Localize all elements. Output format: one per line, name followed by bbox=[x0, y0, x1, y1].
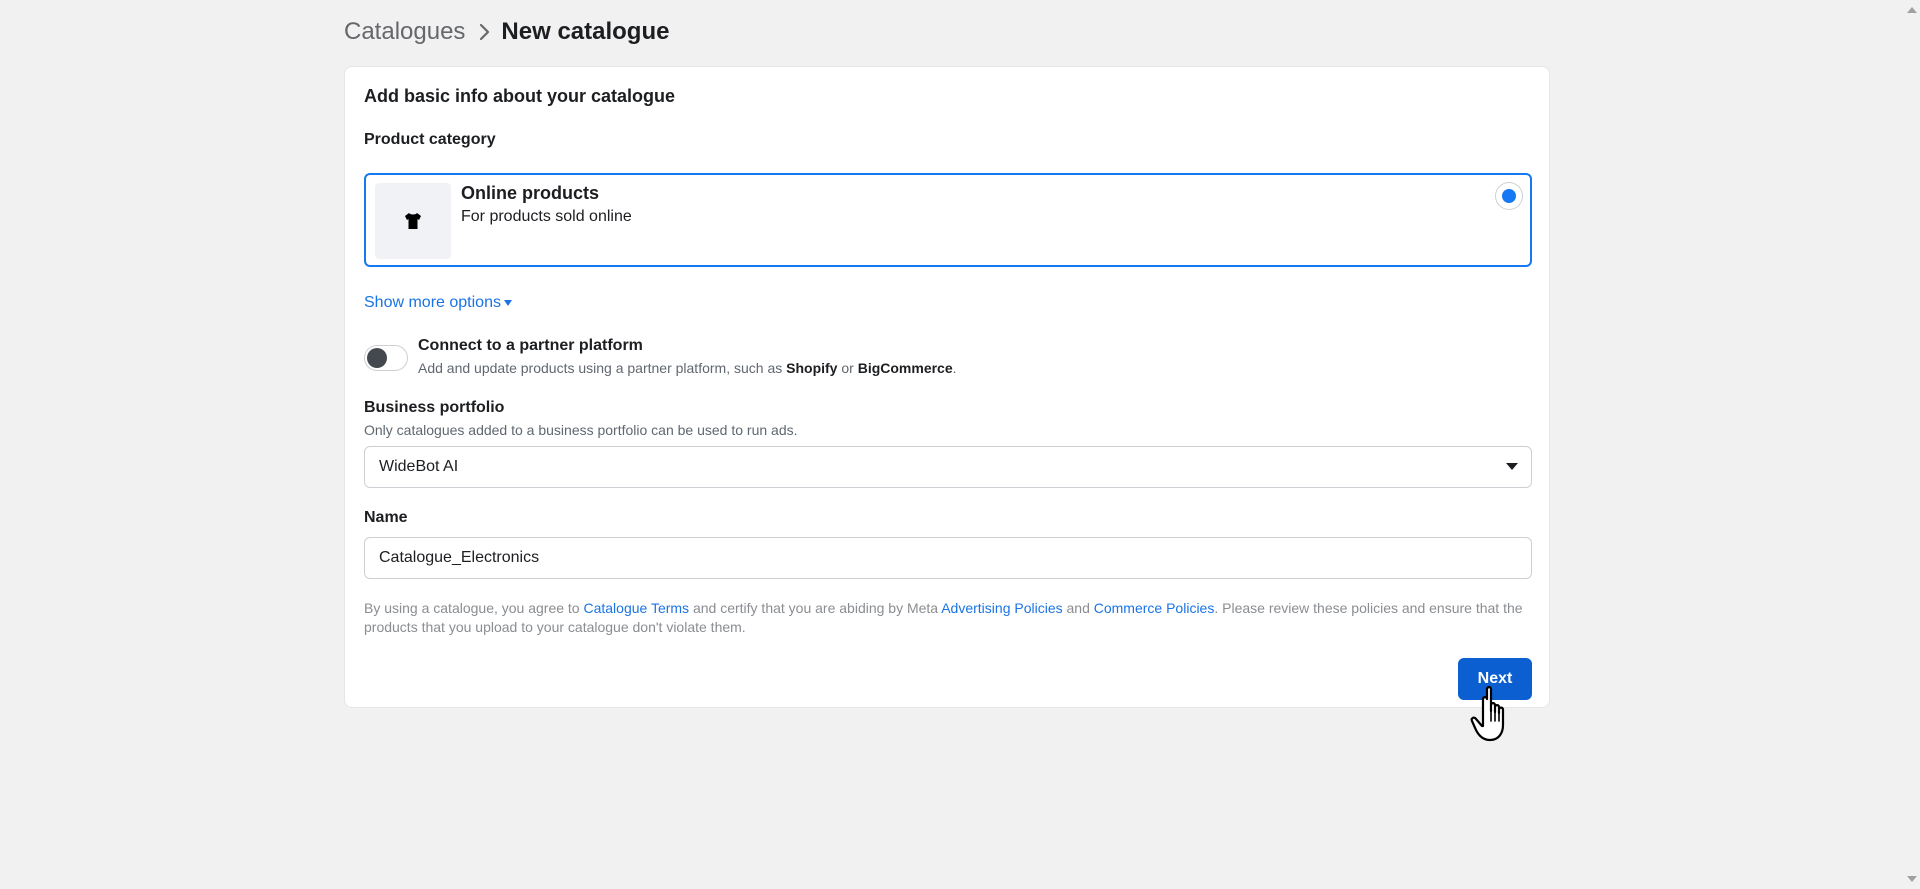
show-more-options-link[interactable]: Show more options bbox=[364, 294, 513, 312]
business-portfolio-select[interactable]: WideBot AI bbox=[364, 446, 1532, 488]
card-title: Add basic info about your catalogue bbox=[364, 86, 676, 106]
advertising-policies-link[interactable]: Advertising Policies bbox=[941, 600, 1062, 616]
page: Catalogues New catalogue Add basic info … bbox=[0, 0, 1920, 889]
toggle-knob bbox=[367, 348, 387, 368]
catalogue-name-input[interactable] bbox=[364, 537, 1532, 579]
terms-text: By using a catalogue, you agree to Catal… bbox=[364, 599, 1534, 637]
next-button[interactable]: Next bbox=[1458, 658, 1532, 700]
radio-selected-dot bbox=[1502, 189, 1516, 203]
partner-desc-prefix: Add and update products using a partner … bbox=[418, 360, 787, 376]
catalogue-form-card: Add basic info about your catalogue Prod… bbox=[344, 66, 1550, 708]
catalogue-terms-link[interactable]: Catalogue Terms bbox=[583, 600, 689, 616]
product-category-label: Product category bbox=[364, 131, 496, 148]
option-radio[interactable] bbox=[1496, 183, 1522, 209]
partner-platform-toggle[interactable] bbox=[364, 345, 408, 371]
business-portfolio-helper: Only catalogues added to a business port… bbox=[364, 422, 798, 438]
show-more-label: Show more options bbox=[364, 294, 501, 311]
commerce-policies-link[interactable]: Commerce Policies bbox=[1094, 600, 1215, 616]
breadcrumb: Catalogues New catalogue bbox=[344, 16, 669, 48]
scroll-down-arrow[interactable] bbox=[1907, 876, 1917, 882]
partner-platform-description: Add and update products using a partner … bbox=[418, 360, 957, 376]
chevron-right-icon bbox=[479, 23, 491, 41]
tshirt-icon bbox=[375, 183, 451, 259]
terms-part-3: and bbox=[1062, 600, 1094, 616]
scroll-up-arrow[interactable] bbox=[1907, 7, 1917, 13]
chevron-down-icon bbox=[1506, 463, 1518, 470]
name-label: Name bbox=[364, 509, 408, 526]
business-portfolio-value: WideBot AI bbox=[379, 458, 459, 475]
partner-shopify: Shopify bbox=[786, 360, 838, 376]
partner-bigcommerce: BigCommerce bbox=[857, 360, 953, 376]
option-title: Online products bbox=[461, 183, 600, 203]
option-subtitle: For products sold online bbox=[461, 208, 632, 225]
terms-part-1: By using a catalogue, you agree to bbox=[364, 600, 584, 616]
breadcrumb-catalogues-link[interactable]: Catalogues bbox=[344, 18, 465, 46]
partner-desc-suffix: . bbox=[952, 360, 957, 376]
partner-platform-title: Connect to a partner platform bbox=[418, 337, 643, 354]
caret-down-icon bbox=[503, 300, 512, 306]
partner-desc-or: or bbox=[837, 360, 858, 376]
option-online-products[interactable]: Online products For products sold online bbox=[364, 173, 1532, 267]
business-portfolio-label: Business portfolio bbox=[364, 399, 505, 416]
page-title: New catalogue bbox=[501, 18, 670, 45]
terms-part-2: and certify that you are abiding by Meta bbox=[689, 600, 942, 616]
